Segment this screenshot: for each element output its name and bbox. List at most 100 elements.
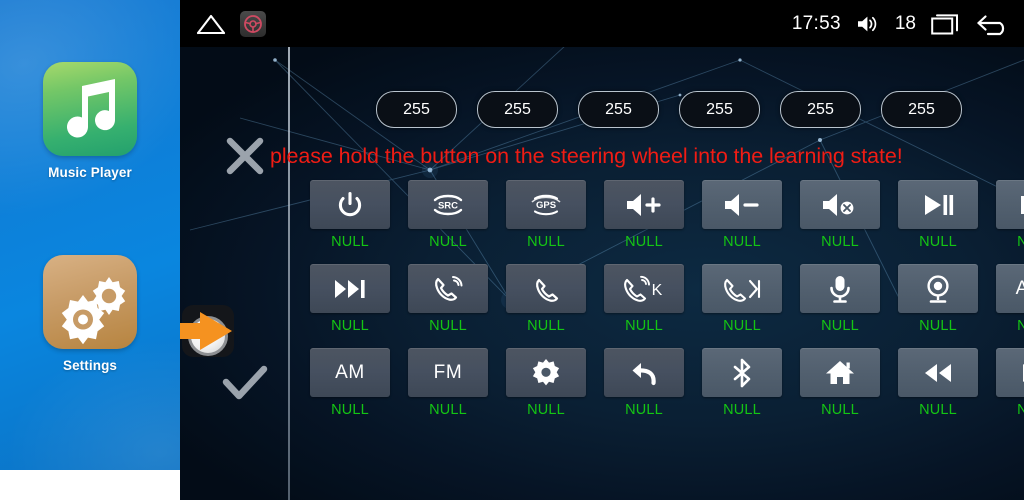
music-note-icon (43, 62, 137, 156)
src-icon[interactable]: SRC (408, 180, 488, 229)
car-head-unit-screen: Music Player Settings 17:53 18 255 255 2… (0, 0, 1024, 500)
key-cell-gps[interactable]: GPS NULL (506, 180, 586, 250)
key-cell-camera[interactable]: NULL (898, 264, 978, 334)
key-value: NULL (625, 234, 663, 250)
camera-icon[interactable] (898, 264, 978, 313)
app-launcher-sidebar: Music Player Settings (0, 0, 180, 470)
key-cell-next[interactable]: NULL (310, 264, 390, 334)
key-cell-hangup-skip[interactable]: NULL (702, 264, 782, 334)
close-x-icon (222, 133, 268, 179)
key-cell-power[interactable]: NULL (310, 180, 390, 250)
fm-key[interactable]: FM (408, 348, 488, 397)
app-settings[interactable]: Settings (0, 255, 180, 373)
key-value: NULL (429, 402, 467, 418)
key-cell-volume-down[interactable]: NULL (702, 180, 782, 250)
app-music-player[interactable]: Music Player (0, 62, 180, 180)
key-value: NULL (723, 318, 761, 334)
key-cell-src[interactable]: SRC NULL (408, 180, 488, 250)
power-icon[interactable] (310, 180, 390, 229)
adc-value: 255 (376, 91, 457, 128)
key-cell-answer-call[interactable]: NULL (408, 264, 488, 334)
key-cell-rewind[interactable]: NULL (898, 348, 978, 418)
key-cell-fm[interactable]: FM NULL (408, 348, 488, 418)
back-arrow-icon[interactable] (976, 12, 1010, 36)
key-value: NULL (527, 318, 565, 334)
key-cell-brightness[interactable]: NULL (506, 348, 586, 418)
key-value: NULL (331, 402, 369, 418)
steering-wheel-icon[interactable] (240, 10, 266, 37)
volume-icon (856, 14, 880, 34)
key-label: FM (433, 361, 463, 383)
hangup-call-icon[interactable] (506, 264, 586, 313)
key-cell-call-key[interactable]: K NULL (604, 264, 684, 334)
fast-forward-icon[interactable] (996, 348, 1024, 397)
gps-icon[interactable]: GPS (506, 180, 586, 229)
adc-value: 255 (881, 91, 962, 128)
panel-divider (288, 47, 290, 500)
play-pause-icon[interactable] (898, 180, 978, 229)
key-value: NULL (1017, 402, 1024, 418)
volume-down-icon[interactable] (702, 180, 782, 229)
key-value: NULL (919, 318, 957, 334)
key-cell-home[interactable]: NULL (800, 348, 880, 418)
home-solid-icon[interactable] (800, 348, 880, 397)
key-label: AM (335, 361, 365, 383)
rewind-icon[interactable] (898, 348, 978, 397)
previous-track-icon[interactable] (996, 180, 1024, 229)
key-value: NULL (331, 318, 369, 334)
svg-text:K: K (652, 282, 663, 299)
adc-value: 255 (780, 91, 861, 128)
home-icon[interactable] (196, 13, 226, 35)
app-label: Settings (62, 358, 118, 373)
key-cell-microphone[interactable]: NULL (800, 264, 880, 334)
recent-apps-icon[interactable] (931, 12, 961, 36)
key-cell-fast-forward[interactable]: NULL (996, 348, 1024, 418)
orange-arrow-icon (180, 311, 234, 351)
function-key-grid: NULL SRC NULL GPS NULL NULL NULL NULL NU… (310, 180, 1024, 432)
key-cell-previous[interactable]: NULL (996, 180, 1024, 250)
svg-text:SRC: SRC (438, 200, 458, 211)
confirm-button[interactable] (214, 358, 276, 410)
call-key-icon[interactable]: K (604, 264, 684, 313)
key-value: NULL (919, 402, 957, 418)
answer-call-icon[interactable] (408, 264, 488, 313)
adc-value: 255 (477, 91, 558, 128)
key-value: NULL (1017, 234, 1024, 250)
grid-row: NULL SRC NULL GPS NULL NULL NULL NULL NU… (310, 180, 1024, 250)
key-value: NULL (1017, 318, 1024, 334)
learning-target-highlight[interactable] (180, 300, 292, 357)
key-cell-volume-up[interactable]: NULL (604, 180, 684, 250)
key-value: NULL (821, 402, 859, 418)
adc-value: 255 (578, 91, 659, 128)
hangup-skip-icon[interactable] (702, 264, 782, 313)
key-cell-hangup[interactable]: NULL (506, 264, 586, 334)
volume-up-icon[interactable] (604, 180, 684, 229)
key-value: NULL (331, 234, 369, 250)
bluetooth-icon[interactable] (702, 348, 782, 397)
back-curve-icon[interactable] (604, 348, 684, 397)
key-cell-back[interactable]: NULL (604, 348, 684, 418)
key-cell-aux[interactable]: AUX NULL (996, 264, 1024, 334)
key-cell-play-pause[interactable]: NULL (898, 180, 978, 250)
steering-wheel-learning-panel: 17:53 18 255 255 255 255 255 255 please … (180, 0, 1024, 500)
next-track-icon[interactable] (310, 264, 390, 313)
key-cell-bluetooth[interactable]: NULL (702, 348, 782, 418)
key-cell-am[interactable]: AM NULL (310, 348, 390, 418)
mute-icon[interactable] (800, 180, 880, 229)
gears-icon (43, 255, 137, 349)
android-status-bar: 17:53 18 (180, 0, 1024, 47)
key-value: NULL (723, 234, 761, 250)
key-cell-mute[interactable]: NULL (800, 180, 880, 250)
key-value: NULL (723, 402, 761, 418)
am-key[interactable]: AM (310, 348, 390, 397)
key-value: NULL (429, 234, 467, 250)
brightness-icon[interactable] (506, 348, 586, 397)
aux-key[interactable]: AUX (996, 264, 1024, 313)
cancel-button[interactable] (214, 130, 276, 182)
microphone-icon[interactable] (800, 264, 880, 313)
adc-value: 255 (679, 91, 760, 128)
app-label: Music Player (48, 165, 132, 180)
clock: 17:53 (791, 12, 841, 34)
key-value: NULL (821, 318, 859, 334)
volume-level: 18 (894, 12, 916, 34)
